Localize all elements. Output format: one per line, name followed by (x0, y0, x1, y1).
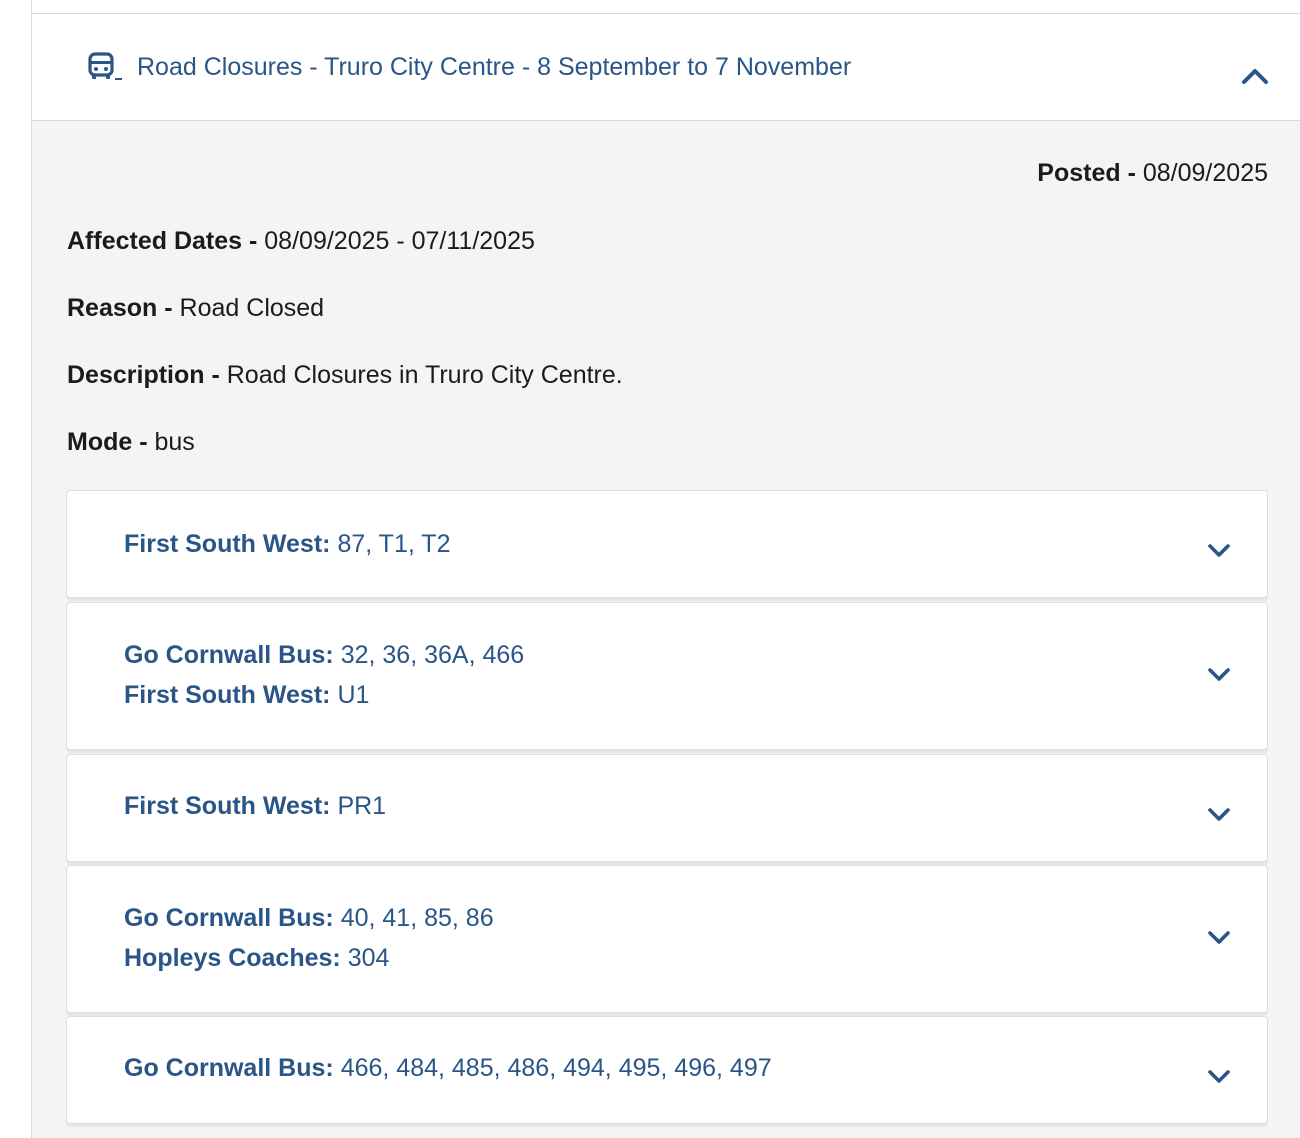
service-line: First South West: U1 (124, 675, 524, 715)
service-card[interactable]: Go Cornwall Bus: 466, 484, 485, 486, 494… (66, 1016, 1268, 1124)
operator-name: First South West: (124, 792, 331, 820)
bus-icon (88, 52, 122, 80)
service-lines: Go Cornwall Bus: 466, 484, 485, 486, 494… (124, 1048, 772, 1088)
mode-label: Mode - (67, 428, 148, 456)
route-list: 87, T1, T2 (337, 530, 451, 558)
affected-dates-value: 08/09/2025 - 07/11/2025 (264, 227, 535, 255)
operator-name: Go Cornwall Bus: (124, 1054, 334, 1082)
disruption-panel-body: Posted - 08/09/2025 Affected Dates - 08/… (32, 121, 1300, 1138)
reason-label: Reason - (67, 294, 173, 322)
route-list: 304 (347, 944, 390, 972)
posted-label: Posted - (1037, 159, 1136, 187)
mode-value: bus (154, 428, 195, 456)
operator-name: Go Cornwall Bus: (124, 904, 334, 932)
service-line: Go Cornwall Bus: 40, 41, 85, 86 (124, 898, 494, 938)
service-card[interactable]: First South West: PR1 (66, 754, 1268, 862)
operator-name: Hopleys Coaches: (124, 944, 341, 972)
route-list: PR1 (337, 792, 387, 820)
service-lines: First South West: PR1 (124, 786, 386, 826)
reason: Reason - Road Closed (67, 292, 324, 324)
affected-dates-label: Affected Dates - (67, 227, 258, 255)
route-list: 40, 41, 85, 86 (340, 904, 494, 932)
description: Description - Road Closures in Truro Cit… (67, 359, 623, 391)
posted-date: Posted - 08/09/2025 (1037, 157, 1268, 189)
service-line: First South West: 87, T1, T2 (124, 524, 450, 564)
affected-dates: Affected Dates - 08/09/2025 - 07/11/2025 (67, 225, 535, 257)
description-value: Road Closures in Truro City Centre. (226, 361, 623, 389)
service-line: Go Cornwall Bus: 32, 36, 36A, 466 (124, 635, 524, 675)
chevron-up-icon[interactable] (1241, 66, 1269, 86)
service-line: Go Cornwall Bus: 466, 484, 485, 486, 494… (124, 1048, 772, 1088)
mode: Mode - bus (67, 426, 195, 458)
disruption-title[interactable]: Road Closures - Truro City Centre - 8 Se… (137, 50, 851, 84)
description-label: Description - (67, 361, 220, 389)
operator-name: First South West: (124, 681, 331, 709)
chevron-down-icon[interactable] (1207, 929, 1231, 947)
service-lines: First South West: 87, T1, T2 (124, 524, 450, 564)
reason-value: Road Closed (179, 294, 325, 322)
service-lines: Go Cornwall Bus: 32, 36, 36A, 466 First … (124, 635, 524, 715)
chevron-down-icon[interactable] (1207, 666, 1231, 684)
posted-value: 08/09/2025 (1142, 159, 1268, 187)
service-card[interactable]: First South West: 87, T1, T2 (66, 490, 1268, 598)
chevron-down-icon[interactable] (1207, 1068, 1231, 1086)
chevron-down-icon[interactable] (1207, 806, 1231, 824)
operator-name: First South West: (124, 530, 331, 558)
service-card[interactable]: Go Cornwall Bus: 32, 36, 36A, 466 First … (66, 602, 1268, 750)
chevron-down-icon[interactable] (1207, 542, 1231, 560)
service-line: Hopleys Coaches: 304 (124, 938, 494, 978)
operator-name: Go Cornwall Bus: (124, 641, 334, 669)
route-list: 466, 484, 485, 486, 494, 495, 496, 497 (340, 1054, 772, 1082)
disruption-panel-header[interactable]: Road Closures - Truro City Centre - 8 Se… (32, 14, 1300, 121)
route-list: 32, 36, 36A, 466 (340, 641, 525, 669)
service-line: First South West: PR1 (124, 786, 386, 826)
route-list: U1 (337, 681, 370, 709)
service-card[interactable]: Go Cornwall Bus: 40, 41, 85, 86 Hopleys … (66, 865, 1268, 1013)
service-lines: Go Cornwall Bus: 40, 41, 85, 86 Hopleys … (124, 898, 494, 978)
